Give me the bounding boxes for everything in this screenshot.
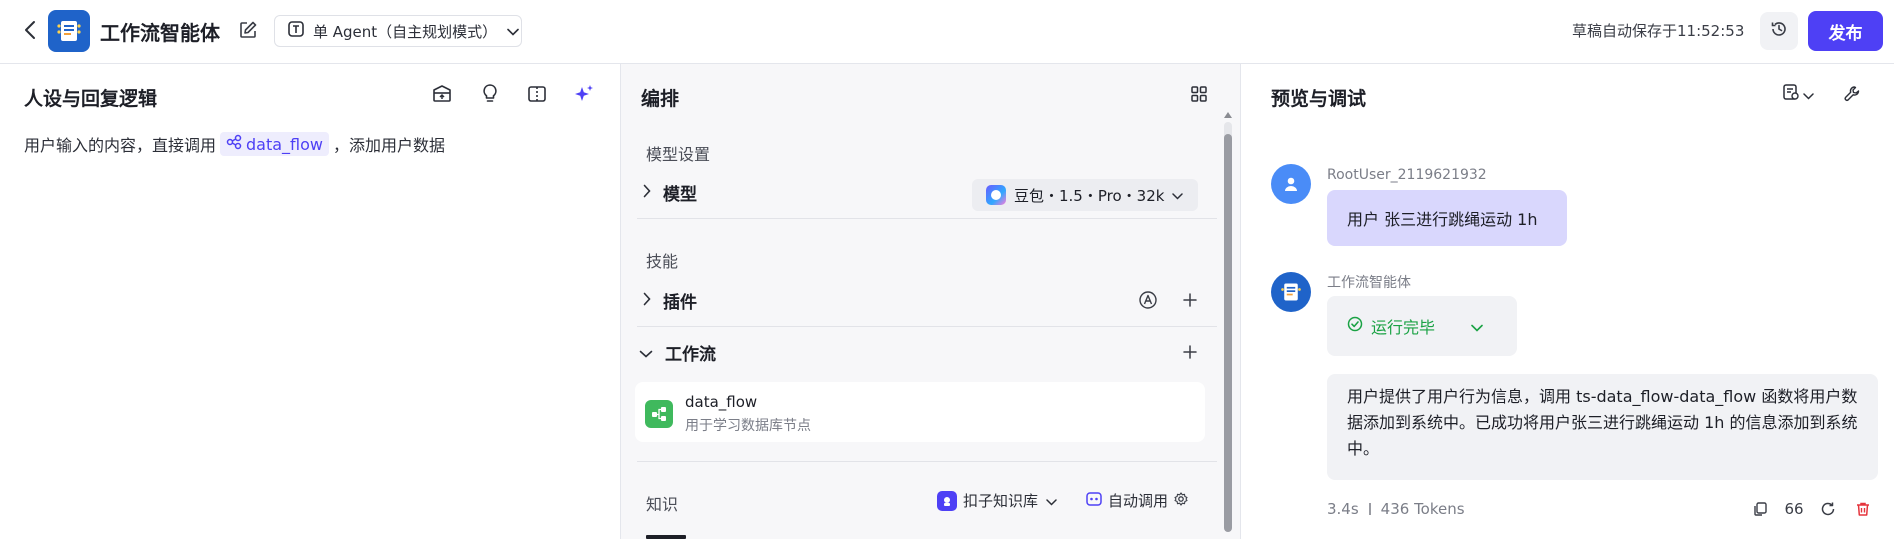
workflow-row[interactable]: 工作流 bbox=[633, 332, 1223, 372]
persona-panel-title: 人设与回复逻辑 bbox=[24, 88, 158, 110]
workflow-icon bbox=[645, 400, 673, 428]
meta-separator bbox=[1368, 503, 1371, 515]
save-status: 草稿自动保存于11:52:53 bbox=[1572, 22, 1745, 40]
persona-panel: 人设与回复逻辑 用户输入的内容，直接调用 data_flow ，添加用户数据 bbox=[0, 64, 621, 539]
back-icon[interactable] bbox=[18, 18, 42, 42]
check-circle-icon bbox=[1347, 316, 1363, 336]
plugins-row-title: 插件 bbox=[663, 292, 697, 313]
chevron-down-icon bbox=[1046, 492, 1057, 510]
preview-panel: 预览与调试 RootUser_2119621932 用户 张三进行跳绳运动 1h… bbox=[1241, 64, 1894, 539]
workflow-item-description: 用于学习数据库节点 bbox=[685, 418, 811, 434]
doubao-model-icon bbox=[986, 185, 1006, 205]
debug-settings-icon bbox=[1782, 83, 1800, 105]
persona-prompt[interactable]: 用户输入的内容，直接调用 data_flow ，添加用户数据 bbox=[24, 132, 445, 156]
wrench-icon[interactable] bbox=[1838, 80, 1866, 108]
grid-icon[interactable] bbox=[1185, 80, 1213, 108]
chevron-down-icon bbox=[1471, 317, 1483, 336]
preview-panel-title: 预览与调试 bbox=[1271, 88, 1367, 110]
app-logo-icon bbox=[48, 10, 90, 52]
workflow-icon bbox=[226, 134, 242, 154]
model-select-value: 豆包・1.5・Pro・32k bbox=[1014, 186, 1165, 205]
lightbulb-icon[interactable] bbox=[476, 80, 504, 108]
bot-avatar-icon bbox=[1271, 272, 1311, 312]
scroll-thumb[interactable] bbox=[1224, 134, 1232, 532]
reply-latency: 3.4s bbox=[1327, 500, 1359, 518]
user-name: RootUser_2119621932 bbox=[1327, 167, 1487, 183]
delete-icon[interactable] bbox=[1850, 496, 1876, 522]
run-status-toggle[interactable]: 运行完毕 bbox=[1327, 296, 1517, 356]
refresh-icon[interactable] bbox=[1815, 496, 1841, 522]
prompt-library-icon[interactable] bbox=[428, 80, 456, 108]
workflow-row-title: 工作流 bbox=[665, 344, 716, 365]
copy-icon[interactable] bbox=[1747, 496, 1773, 522]
workflow-item-card[interactable]: data_flow 用于学习数据库节点 bbox=[635, 382, 1205, 442]
workflow-item-name: data_flow bbox=[685, 393, 758, 411]
auto-call-label: 自动调用 bbox=[1108, 492, 1169, 510]
user-avatar-icon bbox=[1271, 164, 1311, 204]
workflow-chip-label: data_flow bbox=[246, 134, 324, 154]
chevron-right-icon bbox=[643, 291, 651, 310]
auto-call-icon bbox=[1085, 491, 1103, 511]
agent-mode-label: 单 Agent（自主规划模式） bbox=[313, 22, 498, 41]
bot-name: 工作流智能体 bbox=[1327, 275, 1411, 291]
plus-icon[interactable] bbox=[1176, 338, 1204, 366]
orchestration-panel: 编排 模型设置 模型 豆包・1.5・Pro・32k 技能 插件 工作流 data… bbox=[621, 64, 1241, 539]
scroll-track bbox=[1224, 122, 1232, 532]
history-button[interactable] bbox=[1760, 12, 1798, 50]
prompt-text-after: ，添加用户数据 bbox=[333, 136, 446, 155]
chevron-down-icon bbox=[1803, 85, 1814, 104]
skills-section-label: 技能 bbox=[646, 252, 679, 271]
knowledge-section-label: 知识 bbox=[646, 495, 679, 514]
chevron-right-icon bbox=[643, 183, 651, 202]
orchestration-panel-title: 编排 bbox=[641, 88, 680, 110]
plus-icon[interactable] bbox=[1176, 286, 1204, 314]
orchestration-scrollbar[interactable] bbox=[1224, 112, 1232, 532]
agent-mode-select[interactable]: 单 Agent（自主规划模式） bbox=[274, 15, 522, 47]
debug-settings-button[interactable] bbox=[1777, 80, 1819, 108]
section-divider bbox=[637, 326, 1217, 327]
prompt-text-before: 用户输入的内容，直接调用 bbox=[24, 136, 217, 155]
section-divider bbox=[637, 461, 1217, 462]
chevron-down-icon bbox=[507, 22, 519, 40]
reply-tokens: 436 Tokens bbox=[1380, 500, 1465, 518]
chevron-down-icon bbox=[1172, 186, 1184, 204]
model-section-label: 模型设置 bbox=[646, 145, 711, 164]
reply-meta: 3.4s 436 Tokens bbox=[1327, 500, 1465, 518]
top-bar: 工作流智能体 单 Agent（自主规划模式） 草稿自动保存于11:52:53 发… bbox=[0, 0, 1894, 64]
model-select[interactable]: 豆包・1.5・Pro・32k bbox=[972, 179, 1198, 211]
auto-call-select[interactable]: 自动调用 bbox=[1085, 490, 1188, 511]
agent-mode-icon bbox=[287, 20, 305, 42]
next-section-partial bbox=[646, 527, 706, 539]
chevron-down-icon bbox=[639, 343, 653, 362]
app-title: 工作流智能体 bbox=[100, 21, 220, 45]
knowledge-base-icon bbox=[937, 490, 957, 511]
model-row-title: 模型 bbox=[663, 184, 697, 205]
bot-reply-bubble: 用户提供了用户行为信息，调用 ts-data_flow-data_flow 函数… bbox=[1327, 374, 1878, 480]
user-message-bubble: 用户 张三进行跳绳运动 1h bbox=[1327, 190, 1567, 246]
knowledge-source-select[interactable]: 扣子知识库 bbox=[937, 490, 1057, 511]
section-divider bbox=[637, 218, 1217, 219]
scroll-up-arrow[interactable] bbox=[1224, 112, 1232, 118]
workflow-reference-chip[interactable]: data_flow bbox=[220, 132, 330, 156]
split-view-icon[interactable] bbox=[523, 80, 551, 108]
history-icon bbox=[1770, 20, 1788, 42]
quote-icon[interactable]: 66 bbox=[1781, 496, 1807, 522]
publish-button[interactable]: 发布 bbox=[1808, 11, 1883, 51]
run-status-label: 运行完毕 bbox=[1371, 318, 1436, 337]
auto-mode-icon[interactable] bbox=[1134, 286, 1162, 314]
edit-icon[interactable] bbox=[238, 20, 260, 42]
settings-icon bbox=[1174, 491, 1188, 510]
knowledge-source-label: 扣子知识库 bbox=[963, 492, 1039, 510]
ai-optimize-icon[interactable] bbox=[570, 80, 598, 108]
